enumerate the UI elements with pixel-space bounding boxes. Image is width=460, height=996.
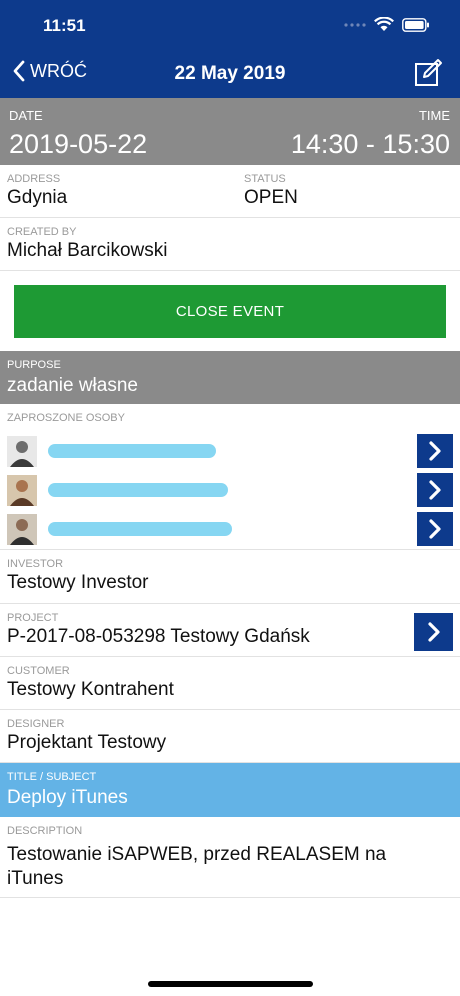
project-label: PROJECT (7, 612, 59, 624)
status-icons (344, 17, 430, 32)
home-indicator (148, 981, 313, 987)
invited-person-arrow-button[interactable] (417, 473, 453, 507)
edit-button[interactable] (414, 58, 444, 88)
invited-person-arrow-button[interactable] (417, 434, 453, 468)
project-value: P-2017-08-053298 Testowy Gdańsk (7, 626, 310, 647)
nav-title: 22 May 2019 (174, 63, 286, 84)
customer-label: CUSTOMER (7, 665, 70, 677)
date-label: DATE (9, 108, 43, 123)
description-value: Testowanie iSAPWEB, przed REALASEM na iT… (7, 844, 387, 889)
status-value: OPEN (244, 187, 298, 208)
avatar (7, 514, 37, 545)
time-value: 14:30 - 15:30 (290, 129, 450, 159)
chevron-right-icon (429, 480, 441, 500)
address-label: ADDRESS (7, 173, 61, 185)
status-label: STATUS (244, 173, 286, 185)
invited-person (0, 434, 460, 473)
avatar (7, 475, 37, 506)
customer-row: CUSTOMER Testowy Kontrahent (0, 657, 460, 710)
designer-label: DESIGNER (7, 718, 65, 730)
chevron-right-icon (429, 519, 441, 539)
status-bar: 11:51 (0, 0, 460, 50)
close-event-button[interactable]: CLOSE EVENT (14, 285, 446, 338)
designer-value: Projektant Testowy (7, 732, 167, 753)
investor-label: INVESTOR (7, 558, 64, 570)
edit-icon (415, 59, 442, 86)
purpose-value: zadanie własne (7, 375, 138, 396)
designer-row: DESIGNER Projektant Testowy (0, 710, 460, 763)
address-status-row: ADDRESS Gdynia STATUS OPEN (0, 165, 460, 218)
battery-icon (402, 17, 429, 32)
investor-value: Testowy Investor (7, 572, 149, 593)
purpose-section: PURPOSE zadanie własne (0, 351, 460, 404)
signal-icon (344, 22, 366, 27)
invited-person (0, 473, 460, 512)
redacted-name (48, 444, 216, 458)
date-value: 2019-05-22 (9, 129, 148, 159)
invited-person-arrow-button[interactable] (417, 512, 453, 546)
title-subject-section: TITLE / SUBJECT Deploy iTunes (0, 763, 460, 817)
status-time: 11:51 (43, 16, 86, 35)
wifi-icon (374, 17, 394, 31)
time-label: TIME (418, 108, 450, 123)
redacted-name (48, 483, 228, 497)
avatar (7, 436, 37, 467)
created-by-row: CREATED BY Michał Barcikowski (0, 218, 460, 271)
invited-label: ZAPROSZONE OSOBY (7, 412, 125, 424)
redacted-name (48, 522, 232, 536)
customer-value: Testowy Kontrahent (7, 679, 174, 700)
invited-person (0, 512, 460, 551)
address-value: Gdynia (7, 187, 68, 208)
investor-row: INVESTOR Testowy Investor (0, 550, 460, 604)
date-time-section: DATE TIME 2019-05-22 14:30 - 15:30 (0, 98, 460, 165)
chevron-right-icon (427, 622, 440, 642)
purpose-label: PURPOSE (7, 359, 61, 371)
title-subject-label: TITLE / SUBJECT (7, 771, 97, 783)
project-arrow-button[interactable] (414, 613, 453, 651)
title-subject-value: Deploy iTunes (7, 787, 128, 808)
description-label: DESCRIPTION (7, 825, 83, 837)
created-by-value: Michał Barcikowski (7, 240, 168, 261)
invited-section: ZAPROSZONE OSOBY (0, 404, 460, 550)
description-row: DESCRIPTION Testowanie iSAPWEB, przed RE… (0, 817, 460, 898)
chevron-right-icon (429, 441, 441, 461)
nav-bar: WRÓĆ 22 May 2019 (0, 50, 460, 98)
created-by-label: CREATED BY (7, 226, 77, 238)
project-row: PROJECT P-2017-08-053298 Testowy Gdańsk (0, 604, 460, 657)
